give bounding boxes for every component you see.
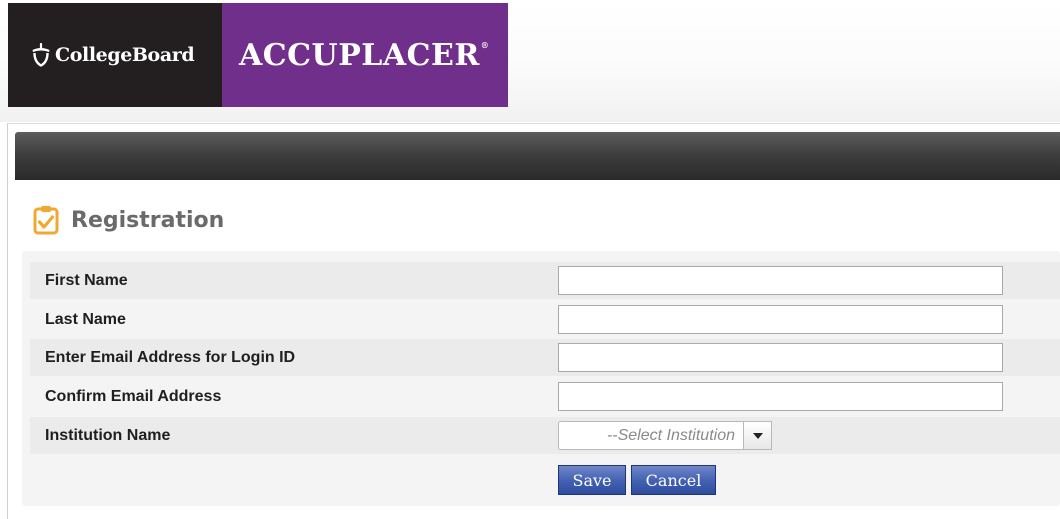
accuplacer-wordmark: ACCUPLACER® — [239, 38, 489, 73]
form-row-confirm-email: Confirm Email Address — [30, 378, 1060, 415]
email-field[interactable] — [558, 343, 1003, 372]
form-row-institution: Institution Name --Select Institution — [30, 417, 1060, 454]
first-name-label: First Name — [45, 271, 128, 289]
acorn-icon — [32, 43, 50, 67]
save-button[interactable]: Save — [558, 465, 626, 495]
clipboard-check-icon — [33, 206, 59, 235]
collegeboard-logo: CollegeBoard — [30, 43, 195, 67]
page-title: Registration — [71, 207, 225, 233]
collegeboard-banner: CollegeBoard — [8, 3, 222, 107]
dropdown-arrow-button[interactable] — [744, 421, 772, 450]
confirm-email-field[interactable] — [558, 382, 1003, 411]
first-name-field[interactable] — [558, 266, 1003, 295]
form-row-last-name: Last Name — [30, 301, 1060, 338]
page-heading: Registration — [33, 200, 224, 240]
institution-select-value[interactable]: --Select Institution — [558, 421, 744, 450]
confirm-email-label: Confirm Email Address — [45, 387, 222, 405]
cancel-button[interactable]: Cancel — [631, 465, 716, 495]
accuplacer-banner: ACCUPLACER® — [222, 3, 508, 107]
caret-down-icon — [752, 432, 763, 439]
form-row-email: Enter Email Address for Login ID — [30, 339, 1060, 376]
institution-label: Institution Name — [45, 426, 171, 444]
form-row-first-name: First Name — [30, 262, 1060, 299]
institution-select[interactable]: --Select Institution — [558, 421, 772, 450]
last-name-label: Last Name — [45, 310, 126, 328]
registered-mark: ® — [480, 39, 490, 50]
collegeboard-wordmark: CollegeBoard — [55, 44, 195, 66]
email-label: Enter Email Address for Login ID — [45, 348, 296, 366]
last-name-field[interactable] — [558, 305, 1003, 334]
navigation-bar — [15, 132, 1060, 180]
accuplacer-text: ACCUPLACER — [239, 37, 480, 73]
